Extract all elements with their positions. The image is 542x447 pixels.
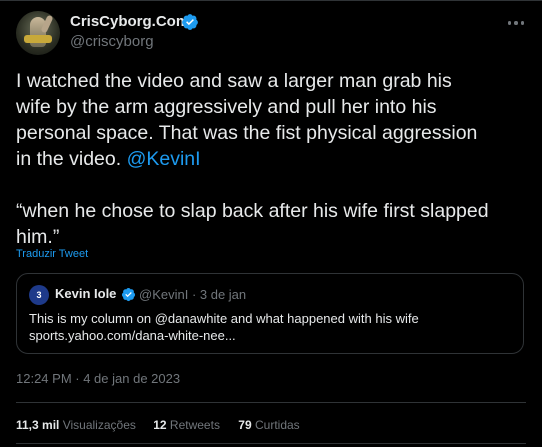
likes-stat[interactable]: 79 Curtidas: [238, 418, 299, 432]
more-dot: [520, 21, 525, 25]
more-dot: [514, 21, 518, 25]
avatar-belt: [24, 35, 52, 43]
tweet-line: personal space. That was the fist physic…: [16, 122, 478, 144]
tweet-line: in the video. @KevinI: [16, 146, 530, 172]
quoted-meta: @KevinI · 3 de jan: [139, 287, 247, 302]
views-count: 11,3 mil: [16, 418, 60, 432]
quoted-text: This is my column on @danawhite and what…: [29, 310, 509, 344]
tweet-line: I watched the video and saw a larger man…: [16, 70, 452, 92]
likes-label: Curtidas: [255, 418, 300, 432]
views-label: Visualizações: [62, 418, 136, 432]
more-dot: [507, 21, 512, 25]
tweet-line: wife by the arm aggressively and pull he…: [16, 96, 437, 118]
tweet: CrisCyborg.Com @criscyborg I watched the…: [0, 0, 542, 447]
tweet-text: I watched the video and saw a larger man…: [16, 68, 530, 250]
tweet-line: “when he chose to slap back after his wi…: [16, 200, 489, 222]
retweets-stat[interactable]: 12 Retweets: [153, 418, 220, 432]
quoted-line: This is my column on @danawhite and what…: [29, 311, 419, 326]
timestamp: 12:24 PM · 4 de jan de 2023: [16, 371, 180, 386]
views-stat[interactable]: 11,3 mil Visualizações: [16, 418, 136, 432]
retweets-label: Retweets: [169, 418, 220, 432]
author-handle[interactable]: @criscyborg: [70, 33, 154, 50]
quoted-tweet[interactable]: 3 Kevin Iole @KevinI · 3 de jan This is …: [16, 273, 524, 354]
more-options-icon[interactable]: [505, 12, 527, 34]
top-divider: [0, 0, 542, 1]
likes-count: 79: [238, 418, 252, 432]
verified-badge-icon: [182, 14, 198, 30]
tweet-line: him.”: [16, 226, 60, 248]
engagement-stats: 11,3 mil Visualizações 12 Retweets 79 Cu…: [16, 418, 300, 432]
author-avatar[interactable]: [16, 11, 60, 55]
quoted-link[interactable]: sports.yahoo.com/dana-white-nee...: [29, 327, 509, 344]
timestamp-date[interactable]: 4 de jan de 2023: [83, 371, 180, 386]
quoted-author-name[interactable]: Kevin Iole: [55, 286, 116, 301]
quoted-author-avatar[interactable]: 3: [29, 285, 49, 305]
stats-divider-bottom: [16, 443, 526, 444]
timestamp-separator: ·: [71, 371, 84, 386]
quoted-avatar-label: 3: [36, 290, 42, 300]
stats-divider-top: [16, 402, 526, 403]
tweet-line-text: in the video.: [16, 148, 127, 170]
translate-tweet-link[interactable]: Traduzir Tweet: [16, 248, 88, 260]
verified-badge-icon: [121, 287, 136, 302]
mention-link[interactable]: @KevinI: [127, 148, 201, 170]
timestamp-time[interactable]: 12:24 PM: [16, 371, 72, 386]
retweets-count: 12: [153, 418, 167, 432]
author-display-name[interactable]: CrisCyborg.Com: [70, 13, 189, 30]
